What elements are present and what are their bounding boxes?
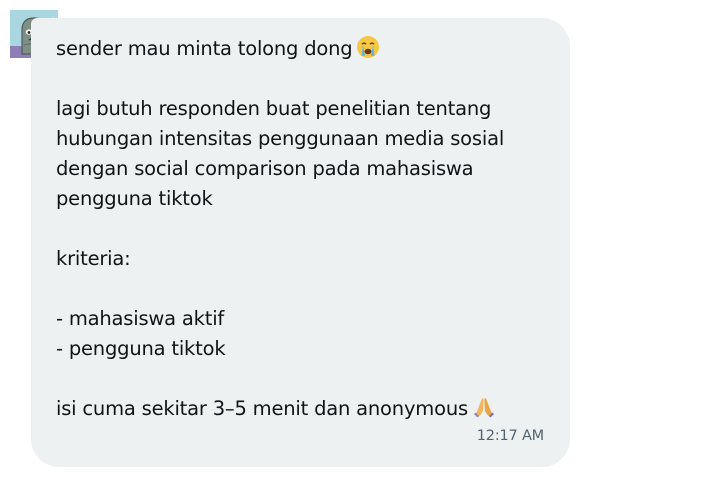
message-text: sender mau minta tolong dong lagi butuh … [56,34,556,424]
message-line: isi cuma sekitar 3–5 menit dan anonymous [56,394,556,424]
message-line: dengan social comparison pada mahasiswa [56,157,474,180]
message-line: hubungan intensitas penggunaan media sos… [56,127,505,150]
message-line: - pengguna tiktok [56,337,226,360]
message-line: sender mau minta tolong dong [56,34,556,64]
message-line: - mahasiswa aktif [56,307,225,330]
crying-face-icon [356,35,380,68]
message-timestamp: 12:17 AM [476,428,544,444]
dm-conversation: sender mau minta tolong dong lagi butuh … [0,0,720,480]
message-line: lagi butuh responden buat penelitian ten… [56,97,492,120]
message-line: kriteria: [56,247,131,270]
message-line: pengguna tiktok [56,187,213,210]
folded-hands-icon [472,395,496,428]
